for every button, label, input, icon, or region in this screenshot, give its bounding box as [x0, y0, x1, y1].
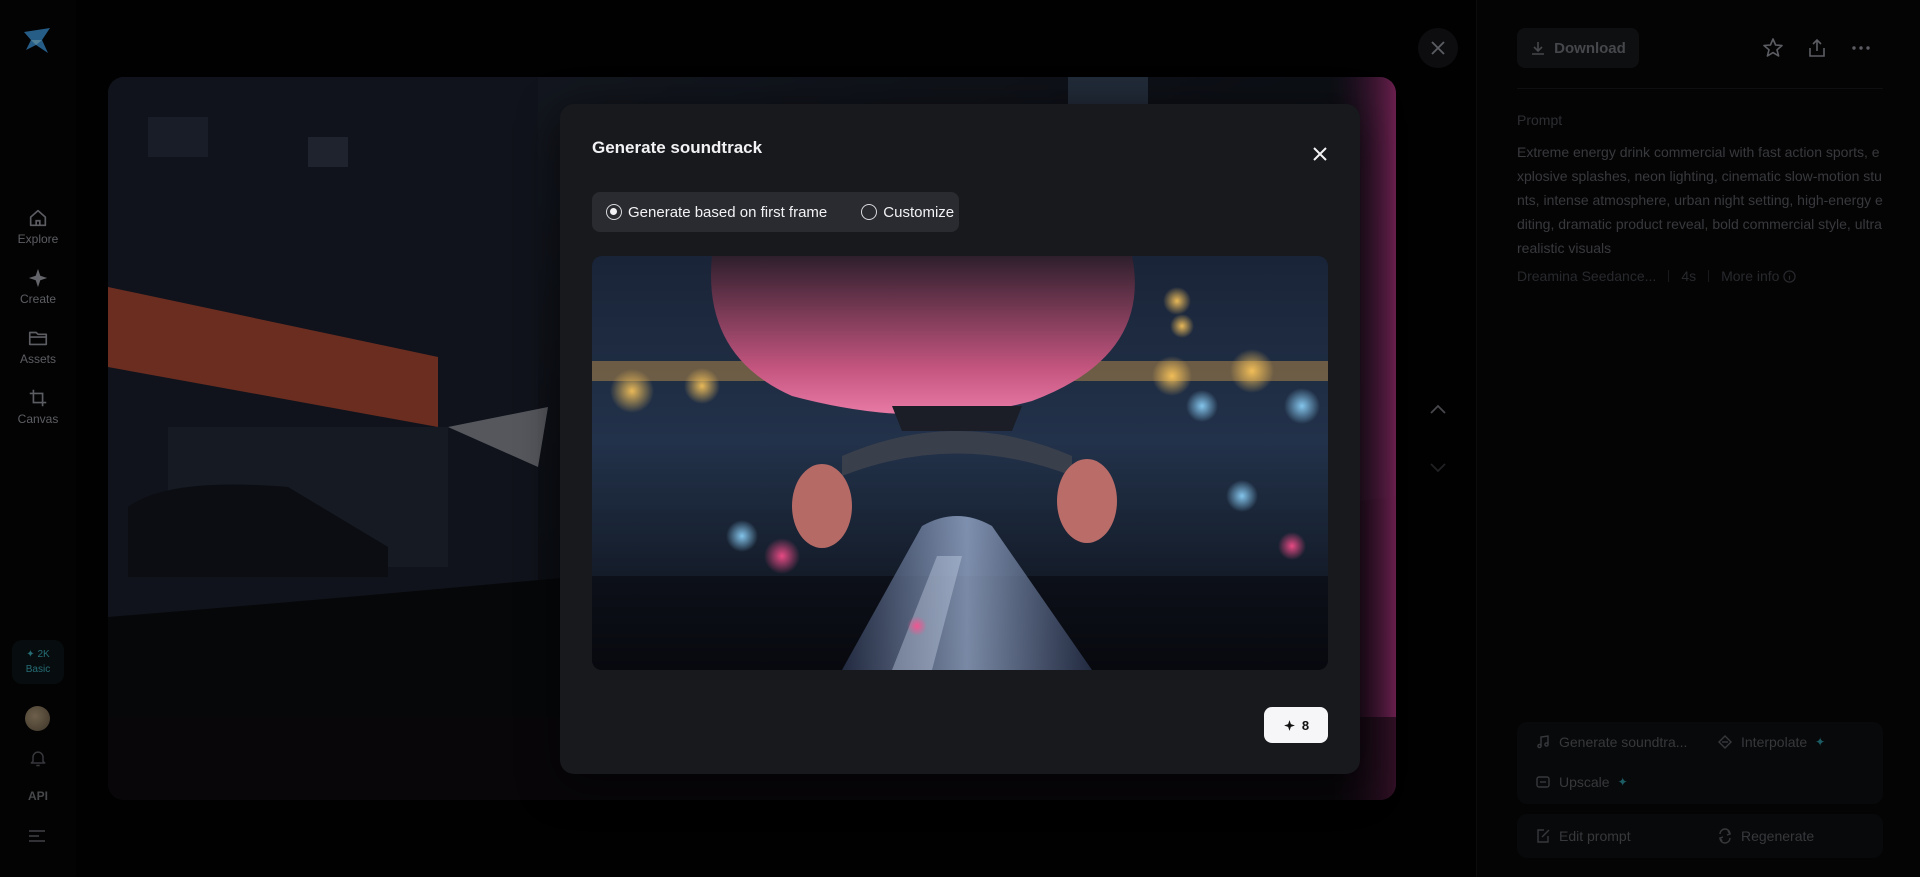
option-first-frame[interactable]: Generate based on first frame — [606, 204, 827, 221]
option-customize[interactable]: Customize — [861, 204, 954, 221]
soundtrack-mode-selector: Generate based on first frame Customize — [592, 192, 959, 232]
close-icon — [1313, 147, 1327, 161]
generate-soundtrack-dialog: Generate soundtrack Generate based on fi… — [560, 104, 1360, 774]
close-dialog-button[interactable] — [1306, 140, 1334, 168]
first-frame-preview — [592, 256, 1328, 670]
radio-unchecked-icon — [861, 204, 878, 220]
sparkle-icon — [1283, 719, 1295, 731]
generate-button[interactable]: 8 — [1264, 707, 1328, 743]
radio-checked-icon — [606, 204, 622, 220]
option-customize-label: Customize — [883, 203, 955, 221]
option-first-frame-label: Generate based on first frame — [628, 203, 828, 221]
generate-cost: 8 — [1301, 717, 1310, 733]
dialog-title: Generate soundtrack — [592, 138, 763, 157]
